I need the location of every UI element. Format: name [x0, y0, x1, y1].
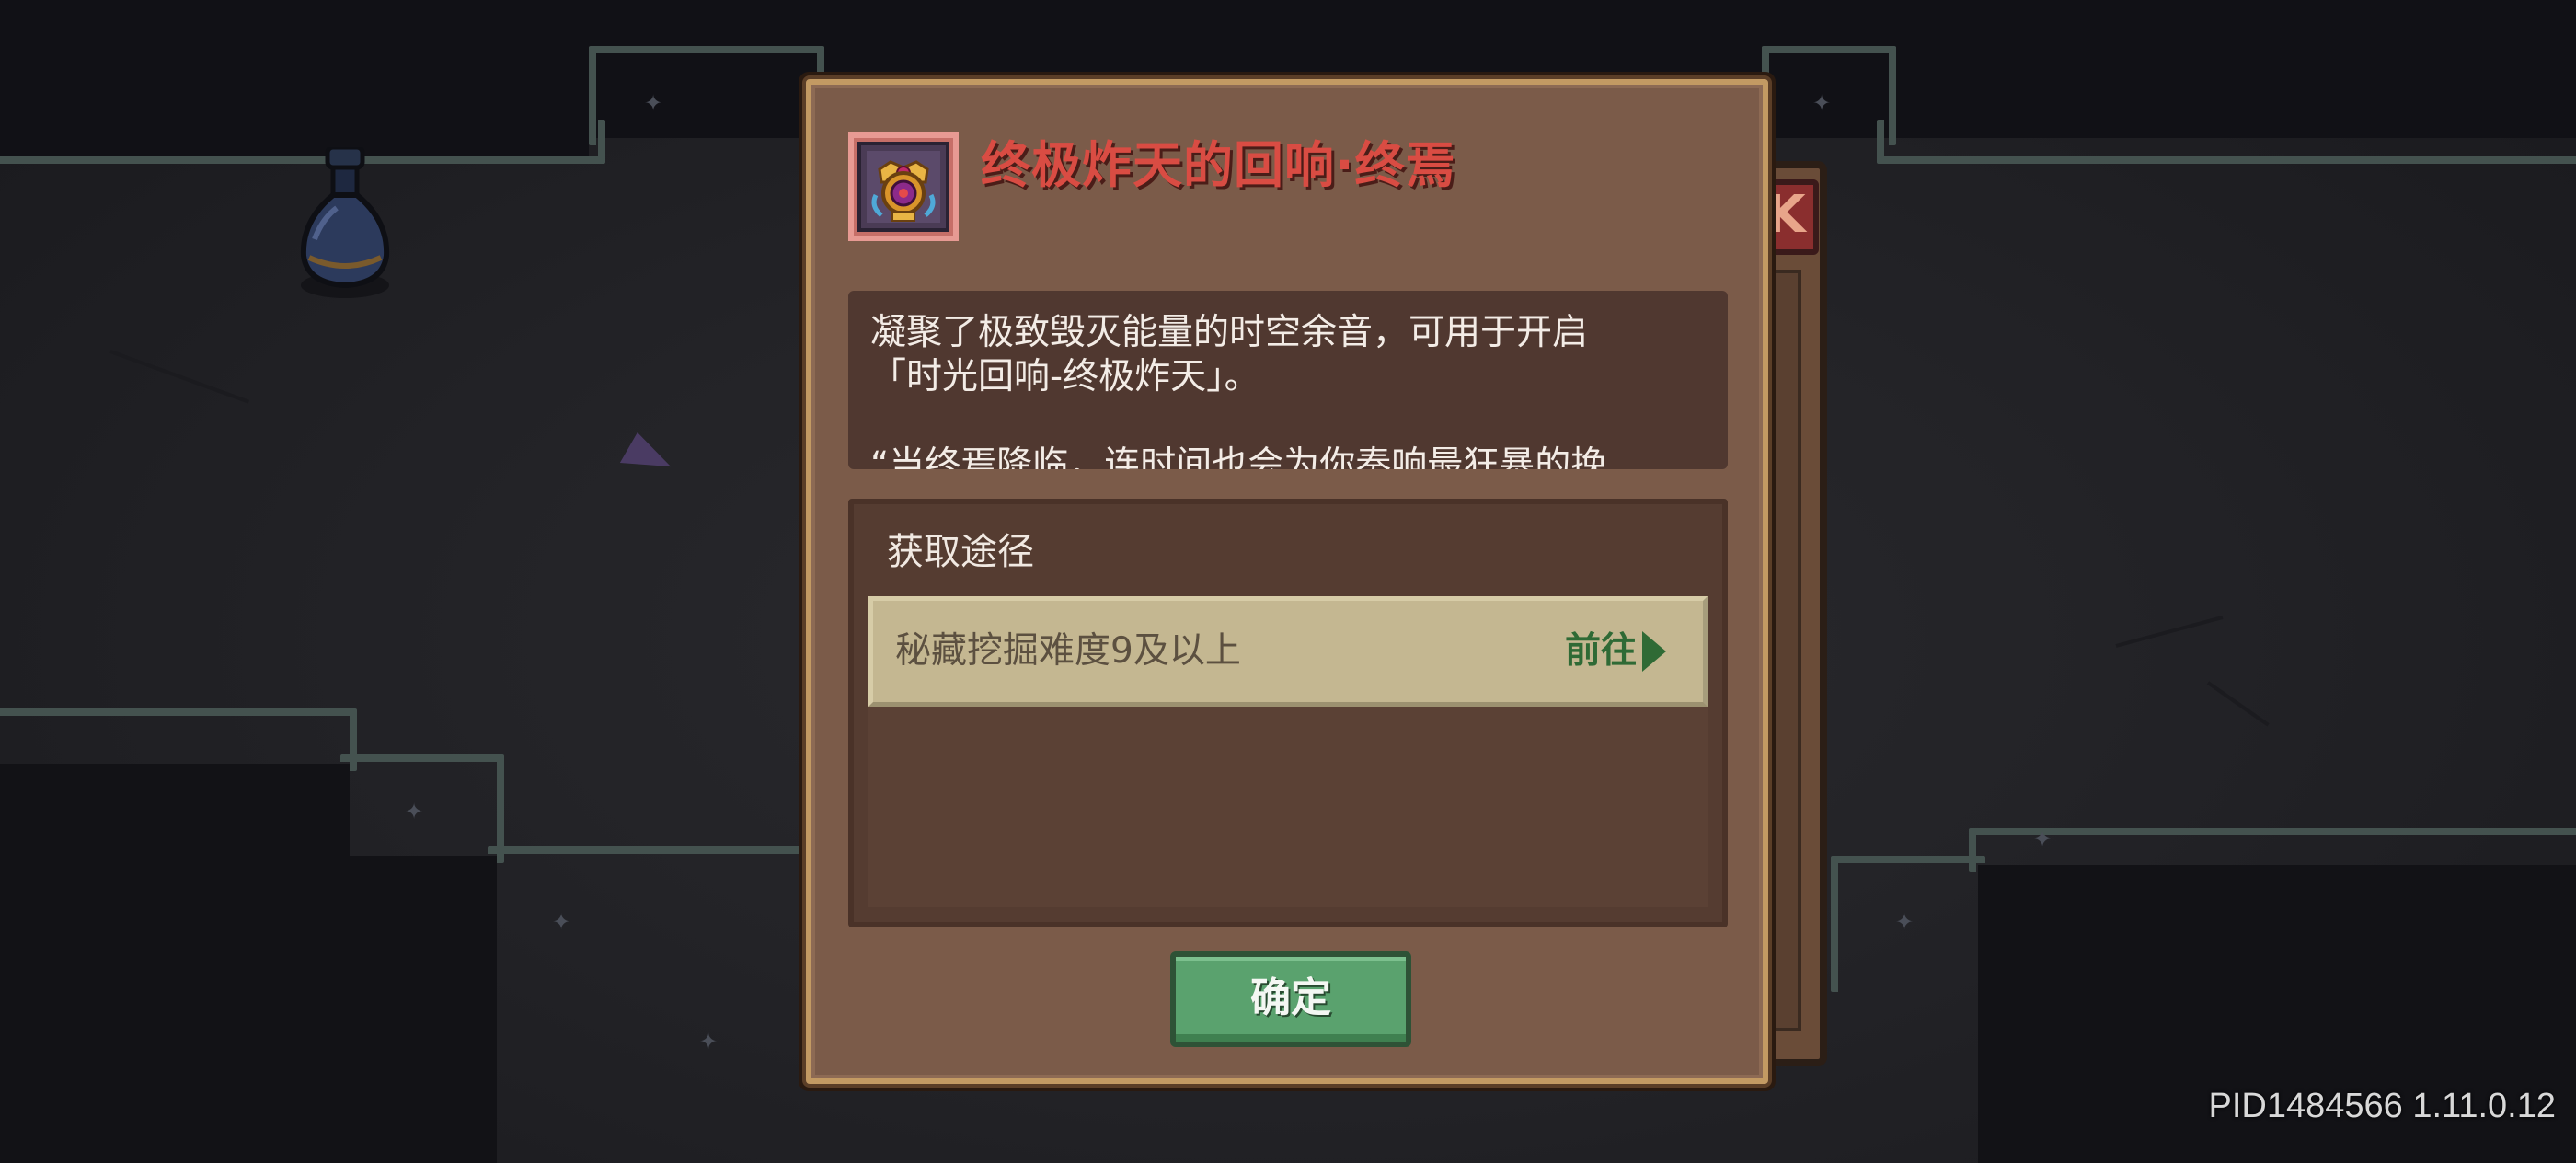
version-label: PID1484566 1.11.0.12	[2208, 1087, 2557, 1125]
item-icon-frame	[848, 132, 959, 241]
star-sparkle-icon: ✦	[699, 1029, 719, 1054]
ledge-top-right	[1877, 120, 2576, 164]
confirm-button[interactable]: 确定	[1170, 951, 1411, 1047]
vase-icon	[300, 147, 390, 298]
star-sparkle-icon: ✦	[1812, 90, 1832, 116]
goto-label: 前往	[1564, 630, 1637, 672]
acquisition-panel: 获取途径 秘藏挖掘难度9及以上 前往	[848, 499, 1728, 927]
floor-crack	[2206, 681, 2270, 727]
acquisition-heading: 获取途径	[887, 531, 1034, 573]
ledge-top-notch-left	[589, 46, 824, 145]
item-description: 凝聚了极致毁灭能量的时空余音，可用于开启 「时光回响-终极炸天」。 “当终焉降临…	[870, 312, 1607, 469]
play-arrow-icon	[1642, 631, 1666, 672]
star-sparkle-icon: ✦	[405, 799, 424, 824]
description-box[interactable]: 凝聚了极致毁灭能量的时空余音，可用于开启 「时光回响-终极炸天」。 “当终焉降临…	[848, 291, 1728, 469]
ledge-left-mid	[0, 708, 357, 771]
star-sparkle-icon: ✦	[2033, 826, 2053, 852]
star-sparkle-icon: ✦	[552, 909, 571, 935]
pit-left	[0, 764, 350, 1163]
ledge-left-low	[488, 846, 808, 964]
goto-button[interactable]: 前往	[1565, 601, 1666, 702]
star-sparkle-icon: ✦	[1895, 909, 1915, 935]
crowned-emblem-icon	[857, 142, 949, 232]
star-sparkle-icon: ✦	[644, 90, 663, 116]
item-detail-dialog: 终极炸天的回响·终焉 凝聚了极致毁灭能量的时空余音，可用于开启 「时光回响-终极…	[806, 79, 1768, 1084]
item-title: 终极炸天的回响·终焉	[981, 136, 1456, 194]
floor-crack	[109, 350, 250, 404]
pit-left-2	[350, 856, 497, 1163]
acquisition-source-label: 秘藏挖掘难度9及以上	[895, 630, 1241, 672]
crystal-shard	[619, 432, 678, 486]
acquisition-row[interactable]: 秘藏挖掘难度9及以上 前往	[868, 596, 1708, 707]
floor-crack	[2115, 616, 2224, 648]
